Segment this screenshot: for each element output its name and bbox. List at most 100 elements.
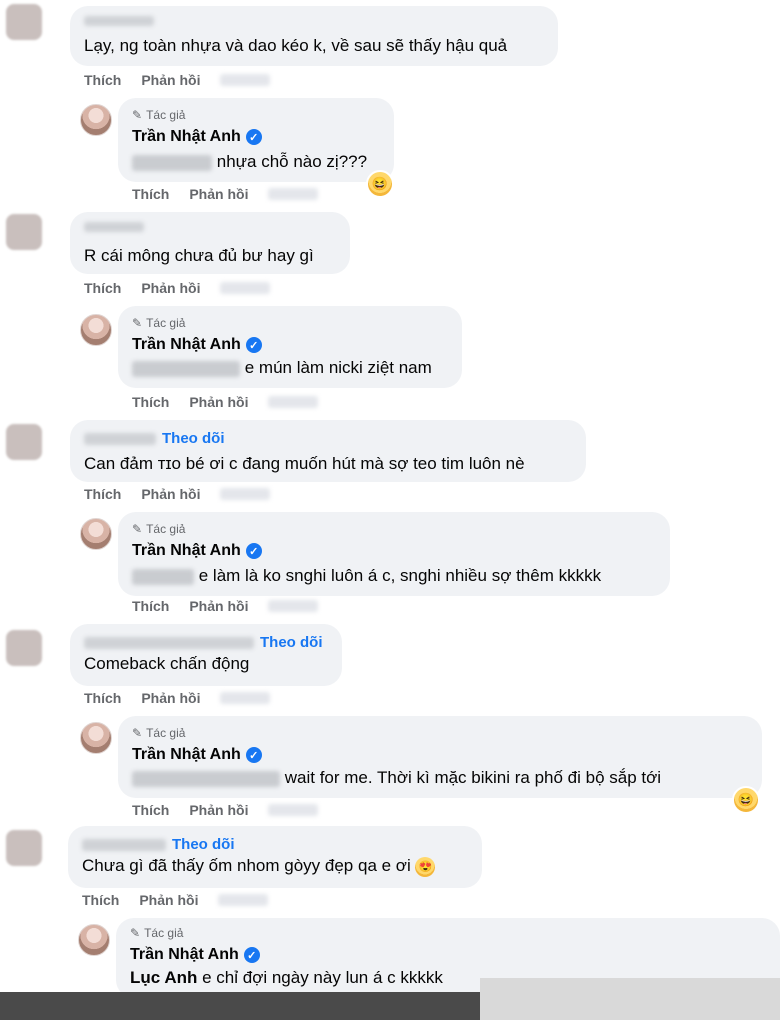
commenter-avatar[interactable] [6,830,42,866]
pencil-icon: ✎ [132,522,143,536]
reply-button[interactable]: Phản hồi [141,280,200,296]
like-button[interactable]: Thích [82,892,119,908]
commenter-avatar[interactable] [6,4,42,40]
reply-button[interactable]: Phản hồi [139,892,198,908]
mention-redacted[interactable] [132,360,240,377]
reply-text: nhựa chỗ nào zị??? [132,152,367,172]
comment-text: Can đảm ᴛɪᴏ bé ơi c đang muốn hút mà sợ … [84,454,525,473]
author-name[interactable]: Trần Nhật Anh ✓ [132,336,262,354]
author-avatar[interactable] [80,722,112,754]
reply-time-redacted [268,188,319,200]
like-button[interactable]: Thích [132,598,169,614]
reply-bubble: ✎ Tác giả Trần Nhật Anh ✓ wait for me. T… [118,716,762,798]
like-button[interactable]: Thích [132,186,169,202]
follow-button[interactable]: Theo dõi [172,836,235,853]
reply-button[interactable]: Phản hồi [141,690,200,706]
pencil-icon: ✎ [130,926,141,940]
author-badge: ✎ Tác giả [130,926,184,940]
comment-text: R cái mông chưa đủ bư hay gì [84,246,314,265]
like-button[interactable]: Thích [132,394,169,410]
reply-actions: Thích Phản hồi [132,394,319,410]
author-badge: ✎ Tác giả [132,316,186,330]
reply-actions: Thích Phản hồi [132,802,319,818]
reply-text: e làm là ko snghi luôn á c, snghi nhiều … [132,566,601,586]
follow-button[interactable]: Theo dõi [260,634,323,651]
reply-button[interactable]: Phản hồi [189,394,248,410]
commenter-avatar[interactable] [6,630,42,666]
reply-time-redacted [268,600,319,612]
mention-redacted[interactable] [132,770,280,787]
author-badge: ✎ Tác giả [132,108,186,122]
author-avatar[interactable] [78,924,110,956]
commenter-header: Theo dõi [82,836,235,853]
reply-button[interactable]: Phản hồi [189,186,248,202]
laughing-emoji-icon[interactable]: 😆 [732,786,760,814]
like-button[interactable]: Thích [84,486,121,502]
reply-bubble: ✎ Tác giả Trần Nhật Anh ✓ e mún làm nick… [118,306,462,388]
comment-bubble: Theo dõi Chưa gì đã thấy ốm nhom gòyy đẹ… [68,826,482,888]
comment-actions: Thích Phản hồi [84,486,271,502]
comment-actions: Thích Phản hồi [84,280,271,296]
heart-eyes-emoji-icon: 😍 [415,856,436,877]
commenter-name-redacted[interactable] [82,838,166,851]
follow-button[interactable]: Theo dõi [162,430,225,447]
reply-bubble: ✎ Tác giả Trần Nhật Anh ✓ e làm là ko sn… [118,512,670,596]
laughing-emoji-icon[interactable]: 😆 [366,170,394,198]
author-name[interactable]: Trần Nhật Anh ✓ [132,746,262,764]
verified-badge-icon: ✓ [245,129,262,145]
reply-text: wait for me. Thời kì mặc bikini ra phố đ… [132,768,661,788]
author-name[interactable]: Trần Nhật Anh ✓ [132,128,262,146]
commenter-name-redacted[interactable] [84,432,156,445]
bottom-overlay-bar [0,978,780,1020]
comment-text: Chưa gì đã thấy ốm nhom gòyy đẹp qa e ơi… [82,856,436,877]
comment-bubble: Theo dõi Can đảm ᴛɪᴏ bé ơi c đang muốn h… [70,420,586,482]
commenter-avatar[interactable] [6,214,42,250]
comment-time-redacted [218,894,269,906]
comment-text: Comeback chấn động [84,654,250,673]
reply-time-redacted [268,396,319,408]
reply-actions: Thích Phản hồi [132,186,319,202]
pencil-icon: ✎ [132,316,143,330]
commenter-avatar[interactable] [6,424,42,460]
comment-bubble: R cái mông chưa đủ bư hay gì [70,212,350,274]
like-button[interactable]: Thích [84,72,121,88]
pencil-icon: ✎ [132,108,143,122]
verified-badge-icon: ✓ [243,947,260,963]
author-avatar[interactable] [80,104,112,136]
bottom-overlay-panel [480,978,780,1020]
mention-redacted[interactable] [132,154,212,171]
comment-time-redacted [220,74,271,86]
commenter-header: Theo dõi [84,430,225,447]
like-button[interactable]: Thích [84,690,121,706]
author-avatar[interactable] [80,518,112,550]
comment-text: Lạy, ng toàn nhựa và dao kéo k, về sau s… [84,36,508,55]
comment-time-redacted [220,282,271,294]
reply-button[interactable]: Phản hồi [141,486,200,502]
comment-actions: Thích Phản hồi [82,892,269,908]
comment-time-redacted [220,488,271,500]
commenter-name-redacted[interactable] [84,16,154,26]
commenter-name-redacted[interactable] [84,636,254,649]
verified-badge-icon: ✓ [245,337,262,353]
author-name[interactable]: Trần Nhật Anh ✓ [130,946,260,964]
verified-badge-icon: ✓ [245,543,262,559]
comment-actions: Thích Phản hồi [84,72,271,88]
author-avatar[interactable] [80,314,112,346]
mention-link[interactable]: Lục Anh [130,968,197,987]
commenter-name-redacted[interactable] [84,222,144,232]
pencil-icon: ✎ [132,726,143,740]
comment-actions: Thích Phản hồi [84,690,271,706]
reply-button[interactable]: Phản hồi [189,598,248,614]
like-button[interactable]: Thích [84,280,121,296]
comment-time-redacted [220,692,271,704]
author-badge: ✎ Tác giả [132,522,186,536]
verified-badge-icon: ✓ [245,747,262,763]
reply-button[interactable]: Phản hồi [189,802,248,818]
author-name[interactable]: Trần Nhật Anh ✓ [132,542,262,560]
reply-button[interactable]: Phản hồi [141,72,200,88]
reply-text: e mún làm nicki ziệt nam [132,358,432,378]
comment-bubble: Theo dõi Comeback chấn động [70,624,342,686]
comment-bubble: Lạy, ng toàn nhựa và dao kéo k, về sau s… [70,6,558,66]
like-button[interactable]: Thích [132,802,169,818]
mention-redacted[interactable] [132,568,194,585]
